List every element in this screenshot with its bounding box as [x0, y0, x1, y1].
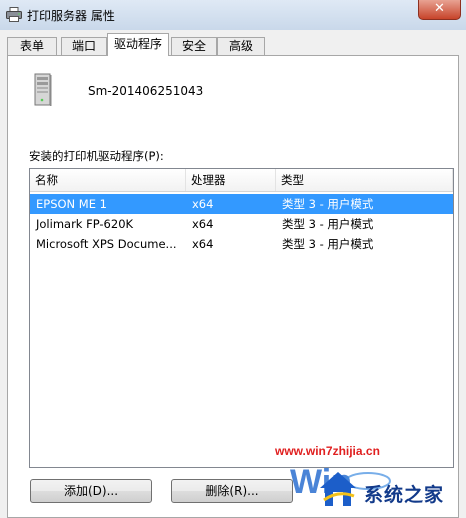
tab-advanced[interactable]: 高级 [217, 37, 265, 55]
server-tower-icon [34, 73, 52, 106]
remove-driver-button[interactable]: 删除(R)... [171, 479, 293, 503]
close-button[interactable]: ✕ [418, 0, 461, 20]
tab-drivers[interactable]: 驱动程序 [107, 33, 169, 56]
window-title: 打印服务器 属性 [27, 9, 115, 23]
watermark-brand: 系统之家 [364, 484, 445, 506]
house-logo-icon [320, 472, 356, 506]
drivers-listview[interactable]: 名称 处理器 类型 EPSON ME 1 x64 类型 3 - 用户模式 Jol… [29, 168, 454, 468]
drivers-list-label: 安装的打印机驱动程序(P): [29, 149, 164, 163]
column-header-type[interactable]: 类型 [276, 169, 453, 191]
tab-strip: 表单 端口 驱动程序 安全 高级 [0, 30, 466, 56]
server-name: Sm-201406251043 [88, 84, 204, 98]
driver-name: EPSON ME 1 [36, 197, 107, 211]
column-header-name[interactable]: 名称 [30, 169, 186, 191]
driver-processor: x64 [192, 237, 214, 251]
close-icon: ✕ [434, 1, 445, 16]
driver-name: Microsoft XPS Docume... [36, 237, 177, 251]
title-bar: 打印服务器 属性 ✕ [0, 0, 466, 31]
printer-icon [6, 7, 22, 22]
drivers-tab-page: Sm-201406251043 安装的打印机驱动程序(P): 名称 处理器 类型… [7, 55, 459, 518]
driver-row[interactable]: Microsoft XPS Docume... x64 类型 3 - 用户模式 [30, 234, 453, 254]
tab-ports[interactable]: 端口 [61, 37, 107, 55]
dialog-client-area: Sm-201406251043 安装的打印机驱动程序(P): 名称 处理器 类型… [0, 55, 466, 518]
tab-security[interactable]: 安全 [171, 37, 217, 55]
add-driver-button[interactable]: 添加(D)... [30, 479, 152, 503]
list-header: 名称 处理器 类型 [30, 169, 453, 192]
driver-type: 类型 3 - 用户模式 [282, 237, 374, 251]
driver-row[interactable]: Jolimark FP-620K x64 类型 3 - 用户模式 [30, 214, 453, 234]
driver-type: 类型 3 - 用户模式 [282, 197, 374, 211]
tab-forms[interactable]: 表单 [7, 37, 57, 55]
driver-type: 类型 3 - 用户模式 [282, 217, 374, 231]
driver-processor: x64 [192, 197, 214, 211]
column-header-processor[interactable]: 处理器 [186, 169, 276, 191]
driver-processor: x64 [192, 217, 214, 231]
driver-name: Jolimark FP-620K [36, 217, 134, 231]
driver-row[interactable]: EPSON ME 1 x64 类型 3 - 用户模式 [30, 194, 453, 214]
